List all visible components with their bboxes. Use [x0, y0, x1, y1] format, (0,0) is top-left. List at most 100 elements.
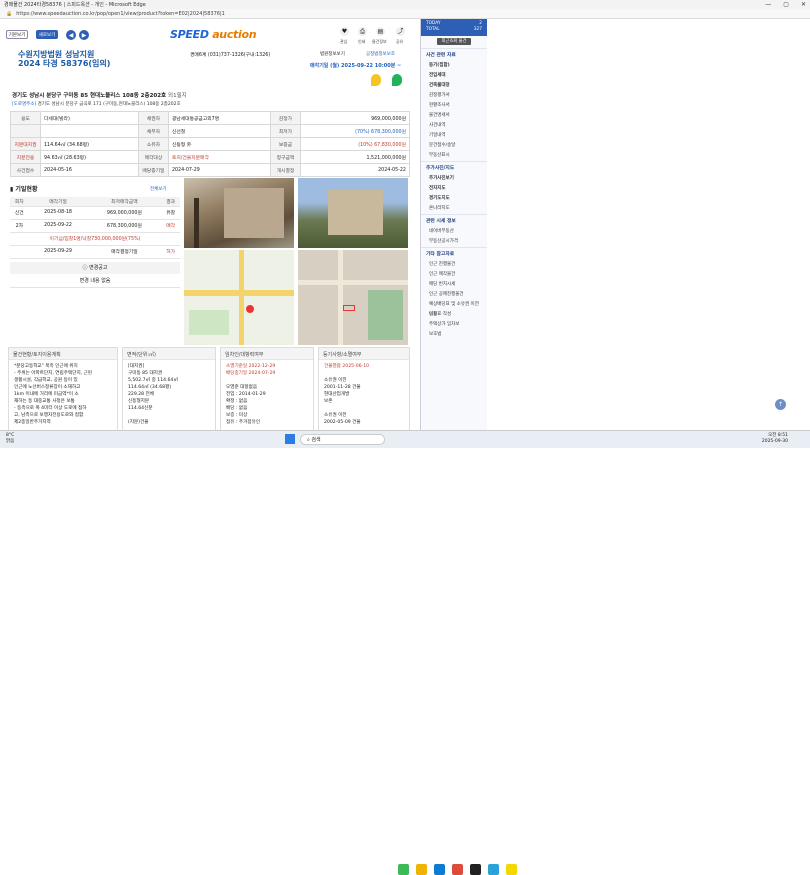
card-property-status: 물건현황/토지이용계획 *분당고등학교" 북측 인근에 위치 - 주위는 아파트단… — [8, 347, 118, 430]
sidebar-link[interactable]: 사건내역 — [421, 121, 487, 131]
close-icon[interactable]: ✕ — [801, 1, 806, 8]
sidebar-link[interactable]: 부동산표시 — [421, 151, 487, 161]
sidebar-link[interactable]: 물건명세서 — [421, 111, 487, 121]
system-clock[interactable]: 오전 8:51 2025-09-30 — [762, 433, 788, 445]
heart-label: 관심 — [340, 39, 348, 44]
sidebar-link[interactable]: 인근 공매진행물건 — [421, 290, 487, 300]
taskbar-kakao-icon[interactable] — [506, 864, 517, 875]
maximize-icon[interactable]: ▢ — [783, 1, 789, 8]
history-cell: 회차 — [10, 197, 29, 207]
card-line: 현대산업개발 — [324, 392, 350, 397]
sidebar-link[interactable]: 부동산공시가격 — [421, 237, 487, 247]
auction-page: 기본보기 새로보기 ◀ ▶ SPEED auction ♥ 관심 ⎙ 인쇄 ▤ … — [0, 19, 420, 430]
taskbar-app2-icon[interactable] — [470, 864, 481, 875]
court-info-link[interactable]: 법원정보보기 — [320, 51, 345, 57]
info-value: 다세대(빌라) — [40, 111, 139, 125]
map-photo-1[interactable] — [184, 250, 294, 345]
case-number: 2024 타경 58376(임의) — [18, 59, 111, 68]
card-line: 고, 남측으로 보행자전용도로와 접함 — [14, 413, 84, 418]
scroll-top-icon[interactable]: ↑ — [775, 399, 786, 410]
history-cell: 매각 — [161, 219, 180, 233]
basic-view-button[interactable]: 기본보기 — [6, 30, 28, 39]
info-label: 지분대지권 — [10, 137, 41, 151]
map-pin-icon[interactable] — [371, 74, 381, 86]
minimize-icon[interactable]: — — [765, 1, 771, 8]
info-value: 광남세대통공금고외7명 — [167, 111, 271, 125]
sidebar-link[interactable]: 입찰표 작성 — [421, 310, 487, 320]
sidebar-link[interactable]: 보호법 — [421, 330, 487, 340]
sidebar-link[interactable]: 등기(집합) — [421, 61, 487, 71]
streetview-icon[interactable] — [392, 74, 402, 86]
taskbar-search[interactable]: ⌕ 검색 — [300, 434, 385, 445]
sidebar-link[interactable]: 전입세대 — [421, 71, 487, 81]
property-info-table: 용도 다세대(빌라) 채권자 광남세대통공금고외7명 감정가 969,000,000원 채무… — [10, 111, 411, 177]
windows-start-icon[interactable] — [285, 434, 295, 444]
history-cell: 결과 — [161, 197, 180, 207]
sidebar-link[interactable]: 건축물대장 — [421, 81, 487, 91]
print-icon[interactable]: ⎙ — [358, 27, 367, 36]
next-arrow-icon[interactable]: ▶ — [79, 30, 89, 40]
doc-icon[interactable]: ▤ — [376, 27, 385, 36]
history-cell: 최저매각금액 — [87, 197, 162, 207]
prev-arrow-icon[interactable]: ◀ — [66, 30, 76, 40]
sidebar-link[interactable]: 인근 진행물건 — [421, 260, 487, 270]
visit-counter: TODAY 2 TOTAL 327 — [421, 19, 487, 36]
speedauction-logo[interactable]: SPEED auction — [170, 28, 257, 41]
building-photo-2[interactable] — [298, 178, 408, 248]
history-row: 2차 2025-09-22 678,300,000원 매각 — [10, 219, 180, 233]
taskbar-app3-icon[interactable] — [488, 864, 499, 875]
sidebar-link[interactable]: 추가사진보기 — [421, 174, 487, 184]
view-all-link[interactable]: 전체보기 — [150, 186, 167, 192]
info-row: 지분전용 94.63㎡ (28.63평) 매각대상 토지/건물지분매각 청구금액 1,52… — [10, 150, 411, 164]
weather-widget[interactable]: 8°C 맑음 — [6, 433, 14, 445]
card-line: 보존 — [324, 399, 333, 404]
new-view-button[interactable]: 새로보기 — [36, 30, 58, 39]
card-line: 인근에 노선버스정류장이 소재하고 — [14, 385, 81, 390]
sidebar-link[interactable]: 문건접수/송달 — [421, 141, 487, 151]
sidebar-link[interactable]: 주택상가 임차보 — [421, 320, 487, 330]
taskbar-folder-icon[interactable] — [416, 864, 427, 875]
history-cell — [10, 245, 29, 259]
taskbar-edge-icon[interactable] — [434, 864, 445, 875]
share-icon[interactable]: ⤴ — [396, 27, 405, 36]
card-tenant: 임차인/대항력여부 소멸기준일 2022-12-29 배당종기일 2024-07-… — [220, 347, 314, 430]
sidebar-link[interactable]: 경기도지도 — [421, 194, 487, 204]
info-value: 94.63㎡ (28.63평) — [40, 150, 139, 164]
info-value: 2024-05-16 — [40, 163, 139, 177]
card-line: 소멸기준일 2022-12-29 — [226, 364, 276, 369]
building-photo-1[interactable] — [184, 178, 294, 248]
sidebar-link[interactable]: 현황조사서 — [421, 101, 487, 111]
sidebar-link[interactable]: 예상배당표 및 소유권 이전비용 — [421, 300, 487, 317]
card-area: 면적(단위:㎡) [대지권] 구미동 85 대지권 5,502.7㎡ 중 114.6… — [122, 347, 216, 430]
card-line: [대지권] — [128, 364, 145, 369]
sidebar-link[interactable]: 기일내역 — [421, 131, 487, 141]
quick-sidebar: TODAY 2 TOTAL 327 최근조회 물건 사건 관련 자료 등기(집합) 전입… — [420, 19, 487, 430]
recent-items[interactable]: 최근조회 물건 — [421, 36, 487, 48]
heart-icon[interactable]: ♥ — [340, 27, 349, 36]
info-label: 최저가 — [269, 124, 301, 138]
info-value: 1,521,000,000원 — [299, 150, 411, 164]
info-row: 사건접수 2024-05-16 배당종기일 2024-07-29 개시결정 2024-05… — [10, 163, 411, 177]
history-cell: 2차 — [10, 219, 29, 233]
url-text[interactable]: https://www.speedauction.co.kr/pop/open1… — [16, 11, 225, 17]
card-line: - 등측으로 폭 4미터 이상 도로에 접하 — [14, 406, 87, 411]
info-row: 용도 다세대(빌라) 채권자 광남세대통공금고외7명 감정가 969,000,000원 — [10, 111, 411, 125]
address-bar[interactable]: 🔒 https://www.speedauction.co.kr/pop/ope… — [0, 9, 810, 19]
sidebar-link[interactable]: 네이버부동산 — [421, 227, 487, 237]
card-line: 확정 : 없음 — [226, 399, 248, 404]
desktop-area: ↑ — [487, 19, 810, 430]
info-label: 채무자 — [137, 124, 169, 138]
map-photo-2[interactable] — [298, 250, 408, 345]
info-row: 지분대지권 114.64㎡ (34.68평) 소유자 신동형 外 보증금 (10%) 67… — [10, 137, 411, 151]
taskbar-chrome-icon[interactable] — [452, 864, 463, 875]
card-line: 신동형지분 — [128, 399, 150, 404]
sidebar-link[interactable]: 인근 매각물건 — [421, 270, 487, 280]
sidebar-link[interactable]: 온나라지도 — [421, 204, 487, 214]
sidebar-link[interactable]: 매당 번지시세 — [421, 280, 487, 290]
history-cell: 매각결정기일 — [87, 245, 162, 259]
taskbar-app-icon[interactable] — [398, 864, 409, 875]
notice-body: 변경 내용 없음 — [10, 275, 180, 288]
sidebar-link[interactable]: 전자지도 — [421, 184, 487, 194]
sidebar-link[interactable]: 감정평가서 — [421, 91, 487, 101]
law-info-link[interactable]: 공정법정보보조 — [366, 51, 395, 57]
